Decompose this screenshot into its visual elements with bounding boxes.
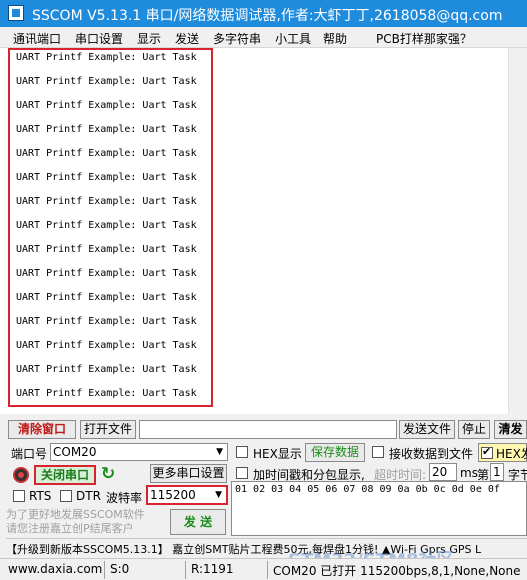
- clear-window-button[interactable]: 清除窗口: [8, 420, 76, 439]
- menu-item-comm-port[interactable]: 通讯端口: [13, 30, 61, 47]
- menu-item-display[interactable]: 显示: [137, 30, 161, 47]
- port-select-value: COM20: [53, 445, 97, 459]
- menu-item-help[interactable]: 帮助: [323, 30, 347, 47]
- receive-line: UART Printf Example: Uart Task: [16, 52, 197, 63]
- checkmark-icon: ✔: [482, 445, 492, 458]
- receive-line: UART Printf Example: Uart Task: [16, 220, 197, 231]
- receive-line: UART Printf Example: Uart Task: [16, 244, 197, 255]
- rts-label: RTS: [29, 489, 52, 503]
- send-data-text: 01 02 03 04 05 06 07 08 09 0a 0b 0c 0d 0…: [235, 484, 500, 495]
- red-dot-icon: [18, 472, 24, 478]
- nth-byte-input[interactable]: 1: [490, 463, 504, 481]
- receive-line: UART Printf Example: Uart Task: [16, 148, 197, 159]
- file-path-input[interactable]: [139, 420, 397, 439]
- register-promo-text: 为了更好地发展SSCOM软件 请您注册嘉立创P结尾客户: [6, 508, 145, 535]
- receive-line: UART Printf Example: Uart Task: [16, 172, 197, 183]
- received-count: R:1191: [191, 562, 234, 576]
- receive-line: UART Printf Example: Uart Task: [16, 268, 197, 279]
- send-button[interactable]: 发 送: [170, 509, 226, 535]
- clear-send-button[interactable]: 清发: [494, 420, 527, 439]
- title-bar: SSCOM V5.13.1 串口/网络数据调试器,作者:大虾丁丁,2618058…: [0, 0, 527, 27]
- menu-bar: 通讯端口 串口设置 显示 发送 多字符串 小工具 帮助 PCB打样那家强？: [0, 27, 527, 48]
- hex-send-checkbox[interactable]: ✔: [481, 445, 493, 459]
- dtr-checkbox[interactable]: [60, 490, 72, 502]
- stop-button[interactable]: 停止: [458, 420, 490, 439]
- port-status-indicator-icon: [13, 467, 29, 483]
- receive-line: UART Printf Example: Uart Task: [16, 76, 197, 87]
- receive-line: UART Printf Example: Uart Task: [16, 316, 197, 327]
- port-status-text: COM20 已打开 115200bps,8,1,None,None: [273, 564, 521, 578]
- open-file-button[interactable]: 打开文件: [80, 420, 136, 439]
- menu-item-serial-settings[interactable]: 串口设置: [75, 30, 123, 47]
- rts-checkbox[interactable]: [13, 490, 25, 502]
- website-link[interactable]: www.daxia.com: [8, 562, 102, 576]
- send-file-button[interactable]: 发送文件: [399, 420, 455, 439]
- save-data-button[interactable]: 保存数据: [305, 443, 365, 462]
- receive-line: UART Printf Example: Uart Task: [16, 196, 197, 207]
- baud-rate-value: 115200: [150, 488, 196, 502]
- timeout-unit: ms: [460, 466, 478, 480]
- receive-line: UART Printf Example: Uart Task: [16, 124, 197, 135]
- port-number-label: 端口号: [11, 447, 48, 461]
- more-serial-settings-button[interactable]: 更多串口设置: [150, 464, 227, 483]
- receive-line: UART Printf Example: Uart Task: [16, 364, 197, 375]
- receive-line: UART Printf Example: Uart Task: [16, 388, 197, 399]
- timestamp-checkbox[interactable]: [236, 467, 248, 479]
- receive-line: UART Printf Example: Uart Task: [16, 292, 197, 303]
- port-select[interactable]: COM20 ▼: [50, 443, 228, 461]
- status-divider: [267, 561, 268, 579]
- chevron-down-icon: ▼: [215, 490, 222, 500]
- timeout-input[interactable]: 20: [429, 463, 457, 481]
- status-divider: [185, 561, 186, 579]
- baud-rate-select[interactable]: 115200 ▼: [146, 485, 228, 505]
- receive-to-file-label: 接收数据到文件: [389, 447, 474, 461]
- receive-line: UART Printf Example: Uart Task: [16, 340, 197, 351]
- status-bar: www.daxia.com S:0 R:1191 COM20 已打开 11520…: [0, 558, 527, 580]
- menu-item-pcb-ad[interactable]: PCB打样那家强？: [376, 30, 472, 47]
- receive-line: UART Printf Example: Uart Task: [16, 100, 197, 111]
- menu-item-send[interactable]: 发送: [175, 30, 199, 47]
- receive-to-file-checkbox[interactable]: [372, 446, 384, 458]
- send-data-textarea[interactable]: 01 02 03 04 05 06 07 08 09 0a 0b 0c 0d 0…: [231, 481, 527, 536]
- window-title: SSCOM V5.13.1 串口/网络数据调试器,作者:大虾丁丁,2618058…: [32, 8, 503, 24]
- refresh-icon[interactable]: ↻: [101, 464, 115, 484]
- receive-scrollbar[interactable]: [508, 48, 527, 414]
- menu-item-tools[interactable]: 小工具: [275, 30, 311, 47]
- status-divider: [104, 561, 105, 579]
- baud-rate-label: 波特率: [106, 491, 143, 505]
- menu-item-multi-string[interactable]: 多字符串: [213, 30, 261, 47]
- hex-display-label: HEX显示: [253, 447, 302, 461]
- hex-send-option[interactable]: ✔ HEX发: [478, 443, 527, 462]
- hex-display-checkbox[interactable]: [236, 446, 248, 458]
- chevron-down-icon: ▼: [216, 447, 223, 457]
- close-port-button[interactable]: 关闭串口: [34, 465, 96, 485]
- dtr-label: DTR: [76, 489, 101, 503]
- hex-send-label: HEX发: [496, 447, 527, 461]
- sent-count: S:0: [110, 562, 130, 576]
- app-icon: [8, 5, 24, 21]
